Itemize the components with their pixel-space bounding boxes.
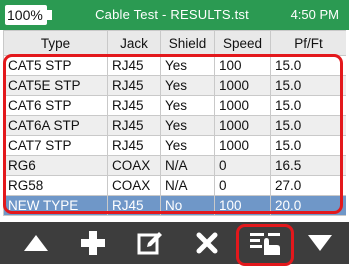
cell-pf-ft: 20.0 (270, 195, 346, 216)
cell-speed: 100 (214, 195, 271, 216)
cell-pf-ft: 15.0 (270, 135, 346, 156)
cell-speed: 1000 (214, 115, 271, 136)
table-row[interactable]: CAT7 STP RJ45 Yes 1000 15.0 (3, 135, 346, 156)
cell-jack: COAX (107, 175, 161, 196)
cell-pf-ft: 27.0 (270, 175, 346, 196)
cell-type: CAT5 STP (3, 55, 108, 76)
cell-type: NEW TYPE (3, 195, 108, 216)
cell-type: CAT7 STP (3, 135, 108, 156)
column-header-shield[interactable]: Shield (160, 30, 215, 56)
cell-jack: RJ45 (107, 115, 161, 136)
delete-button[interactable] (181, 222, 233, 264)
cable-types-table: Type Jack Shield Speed Pf/Ft CAT5 STP RJ… (3, 30, 346, 220)
edit-icon (137, 232, 162, 255)
column-header-jack[interactable]: Jack (107, 30, 161, 56)
edit-list-button[interactable] (239, 222, 291, 264)
column-header-type[interactable]: Type (3, 30, 108, 56)
delete-x-icon (196, 232, 218, 254)
add-button[interactable] (67, 222, 119, 264)
cell-speed: 1000 (214, 75, 271, 96)
cell-shield: Yes (160, 75, 215, 96)
cell-pf-ft: 15.0 (270, 75, 346, 96)
table-header-row: Type Jack Shield Speed Pf/Ft (3, 30, 346, 56)
table-row[interactable]: CAT6 STP RJ45 Yes 1000 15.0 (3, 95, 346, 116)
cell-jack: RJ45 (107, 195, 161, 216)
window-title: Cable Test - RESULTS.tst (95, 7, 249, 22)
cell-shield: Yes (160, 55, 215, 76)
edit-list-icon (250, 233, 280, 255)
cell-shield: N/A (160, 175, 215, 196)
battery-indicator: 100% (5, 5, 47, 25)
cell-jack: COAX (107, 155, 161, 176)
cell-pf-ft: 16.5 (270, 155, 346, 176)
battery-tip (47, 10, 52, 20)
plus-icon (81, 231, 105, 255)
cell-shield: Yes (160, 115, 215, 136)
cell-pf-ft: 15.0 (270, 55, 346, 76)
status-bar: 100% Cable Test - RESULTS.tst 4:50 PM (0, 0, 349, 30)
column-header-speed[interactable]: Speed (214, 30, 271, 56)
cell-shield: Yes (160, 135, 215, 156)
table-row[interactable]: CAT5E STP RJ45 Yes 1000 15.0 (3, 75, 346, 96)
up-arrow-icon (24, 235, 48, 251)
cell-jack: RJ45 (107, 75, 161, 96)
column-header-pf-ft[interactable]: Pf/Ft (270, 30, 346, 56)
cell-pf-ft: 15.0 (270, 95, 346, 116)
scroll-down-button[interactable] (294, 222, 346, 264)
table-row[interactable]: CAT5 STP RJ45 Yes 100 15.0 (3, 55, 346, 76)
table-row[interactable]: CAT6A STP RJ45 Yes 1000 15.0 (3, 115, 346, 136)
table-row[interactable]: RG6 COAX N/A 0 16.5 (3, 155, 346, 176)
cell-shield: Yes (160, 95, 215, 116)
cell-type: CAT6A STP (3, 115, 108, 136)
table-row-selected[interactable]: NEW TYPE RJ45 No 100 20.0 (3, 195, 346, 216)
cell-shield: No (160, 195, 215, 216)
cell-speed: 0 (214, 155, 271, 176)
table-row[interactable]: RG58 COAX N/A 0 27.0 (3, 175, 346, 196)
cell-jack: RJ45 (107, 135, 161, 156)
down-arrow-icon (308, 235, 332, 251)
scroll-up-button[interactable] (10, 222, 62, 264)
edit-button[interactable] (124, 222, 176, 264)
cell-speed: 100 (214, 55, 271, 76)
cell-type: RG6 (3, 155, 108, 176)
cell-type: RG58 (3, 175, 108, 196)
bottom-toolbar (0, 222, 349, 264)
cell-shield: N/A (160, 155, 215, 176)
cell-type: CAT5E STP (3, 75, 108, 96)
cell-speed: 1000 (214, 135, 271, 156)
cell-speed: 1000 (214, 95, 271, 116)
cell-speed: 0 (214, 175, 271, 196)
clock: 4:50 PM (290, 7, 339, 22)
cell-jack: RJ45 (107, 55, 161, 76)
cell-type: CAT6 STP (3, 95, 108, 116)
cell-pf-ft: 15.0 (270, 115, 346, 136)
cell-jack: RJ45 (107, 95, 161, 116)
